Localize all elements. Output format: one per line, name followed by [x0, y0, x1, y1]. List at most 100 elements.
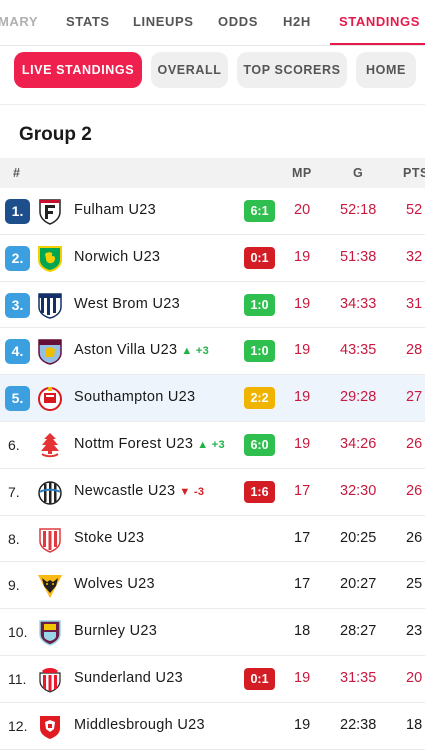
matches-played: 19 — [294, 435, 311, 452]
table-row[interactable]: 1. Fulham U23 6:1 20 52:18 52 — [0, 188, 425, 235]
points: 25 — [406, 576, 423, 593]
header-rank: # — [13, 166, 21, 180]
chip-top-scorers[interactable]: TOP SCORERS — [237, 52, 347, 88]
points: 26 — [406, 482, 423, 499]
table-row[interactable]: 11. Sunderland U23 0:1 19 31:35 20 — [0, 656, 425, 703]
rank-badge: 4. — [5, 339, 30, 365]
group-title: Group 2 — [19, 124, 92, 145]
team-name: West Brom U23 — [74, 295, 180, 312]
matches-played: 19 — [294, 669, 311, 686]
live-score-badge: 1:0 — [244, 293, 275, 316]
table-row[interactable]: 10. Burnley U23 18 28:27 23 — [0, 609, 425, 656]
table-row[interactable]: 12. Middlesbrough U23 19 22:38 18 — [0, 703, 425, 750]
table-row[interactable]: 7. Newcastle U23 ▼ -3 1:6 17 32:30 26 — [0, 469, 425, 516]
position-up-indicator: ▲ +3 — [181, 345, 210, 358]
live-score-badge: 6:1 — [244, 200, 275, 222]
rank-number: 11. — [8, 670, 27, 687]
points: 31 — [406, 295, 423, 312]
rank-badge: 2. — [5, 245, 30, 271]
table-row[interactable]: 3. West Brom U23 1:0 19 34:33 31 — [0, 282, 425, 329]
points: 20 — [406, 669, 423, 686]
goals: 22:38 — [340, 716, 377, 733]
stoke-crest-icon — [39, 527, 61, 553]
standings-table: 1. Fulham U23 6:1 20 52:18 52 2. Norwich… — [0, 188, 425, 750]
team-name: Norwich U23 — [74, 248, 161, 265]
goals: 28:27 — [340, 623, 377, 640]
chip-overall[interactable]: OVERALL — [151, 52, 228, 88]
live-score-badge: 1:6 — [244, 480, 275, 503]
goals: 29:28 — [340, 389, 377, 406]
rank-badge: 1. — [5, 199, 30, 224]
live-score-badge: 6:0 — [244, 433, 275, 456]
sunderland-crest-icon — [39, 667, 61, 693]
table-row[interactable]: 8. Stoke U23 17 20:25 26 — [0, 516, 425, 563]
table-row[interactable]: 5. Southampton U23 2:2 19 29:28 27 — [0, 375, 425, 422]
team-name: Middlesbrough U23 — [74, 716, 205, 733]
matches-played: 19 — [294, 716, 311, 733]
tab-stats[interactable]: STATS — [66, 0, 110, 45]
goals: 43:35 — [340, 342, 377, 359]
norwich-crest-icon — [38, 245, 62, 272]
goals: 20:25 — [340, 529, 377, 546]
live-score-badge: 0:1 — [244, 246, 275, 269]
matches-played: 19 — [294, 342, 311, 359]
header-pts: PTS — [403, 166, 425, 180]
goals: 32:30 — [340, 482, 377, 499]
match-tab-bar: MARY STATS LINEUPS ODDS H2H STANDINGS — [0, 0, 425, 46]
divider — [0, 104, 425, 105]
team-name: Southampton U23 — [74, 389, 196, 406]
rank-number: 9. — [8, 577, 20, 594]
position-up-indicator: ▲ +3 — [197, 438, 225, 451]
matches-played: 19 — [294, 248, 311, 265]
newcastle-crest-icon — [38, 481, 62, 505]
chip-home[interactable]: HOME — [356, 52, 416, 88]
points: 28 — [406, 342, 423, 359]
rank-number: 6. — [8, 436, 20, 453]
team-name: Burnley U23 — [74, 623, 158, 640]
team-name: Sunderland U23 — [74, 669, 183, 686]
live-score-badge: 1:0 — [244, 340, 275, 363]
fulham-crest-icon — [39, 199, 61, 225]
rank-number: 8. — [8, 530, 20, 547]
matches-played: 18 — [294, 623, 311, 640]
tab-lineups[interactable]: LINEUPS — [133, 0, 194, 45]
southampton-crest-icon — [38, 387, 62, 412]
middlesbrough-crest-icon — [40, 715, 60, 739]
table-row[interactable]: 9. Wolves U23 17 20:27 25 — [0, 562, 425, 610]
points: 23 — [406, 623, 423, 640]
points: 18 — [406, 716, 423, 733]
position-change: +3 — [211, 438, 225, 451]
rank-badge: 3. — [5, 292, 30, 318]
west-brom-crest-icon — [38, 292, 62, 319]
team-name: Wolves U23 — [74, 576, 155, 593]
tab-summary[interactable]: MARY — [0, 0, 38, 45]
table-row[interactable]: 2. Norwich U23 0:1 19 51:38 32 — [0, 235, 425, 282]
matches-played: 17 — [294, 576, 311, 593]
matches-played: 20 — [294, 202, 311, 218]
goals: 31:35 — [340, 669, 377, 686]
goals: 20:27 — [340, 576, 377, 593]
tab-standings[interactable]: STANDINGS — [339, 0, 420, 45]
team-name-text: Newcastle U23 — [74, 482, 176, 499]
header-goals: G — [353, 166, 364, 180]
table-row[interactable]: 4. Aston Villa U23 ▲ +3 1:0 19 43:35 28 — [0, 328, 425, 376]
matches-played: 19 — [294, 389, 311, 406]
chip-live-standings[interactable]: LIVE STANDINGS — [14, 52, 142, 88]
team-name: Fulham U23 — [74, 202, 156, 218]
table-row[interactable]: 6. Nottm Forest U23 ▲ +3 6:0 19 34:26 26 — [0, 422, 425, 469]
burnley-crest-icon — [39, 620, 61, 646]
matches-played: 17 — [294, 482, 311, 499]
rank-badge: 5. — [5, 386, 30, 412]
goals: 52:18 — [340, 202, 377, 218]
tab-h2h[interactable]: H2H — [283, 0, 311, 45]
wolves-crest-icon — [38, 575, 62, 599]
goals: 34:26 — [340, 435, 377, 452]
position-change: -3 — [193, 485, 205, 498]
team-name: Nottm Forest U23 ▲ +3 — [74, 436, 225, 452]
standings-filter-chips: LIVE STANDINGS OVERALL TOP SCORERS HOME — [0, 52, 425, 92]
rank-number: 10. — [8, 624, 28, 641]
goals: 34:33 — [340, 295, 377, 312]
team-name-text: Aston Villa U23 — [74, 342, 178, 359]
matches-played: 17 — [294, 529, 311, 546]
tab-odds[interactable]: ODDS — [218, 0, 258, 45]
